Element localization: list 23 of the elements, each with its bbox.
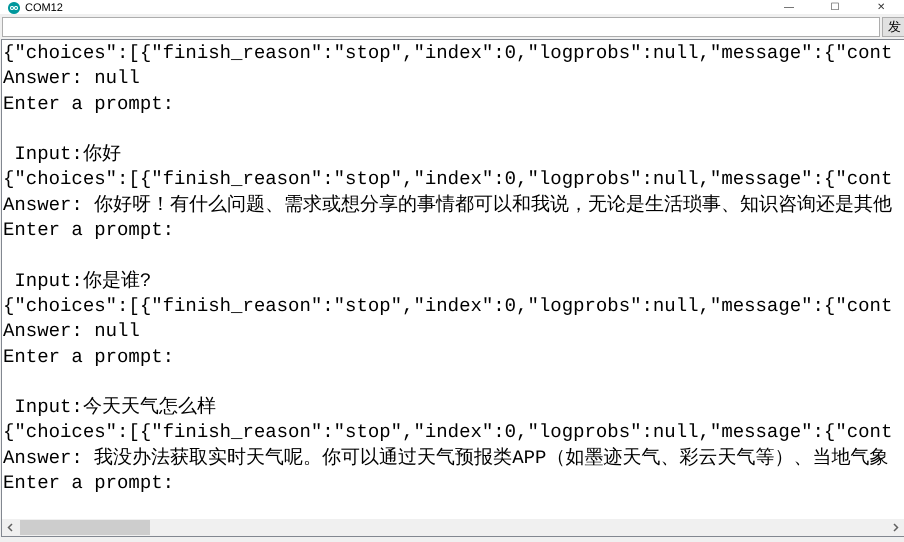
- minimize-button[interactable]: —: [766, 2, 812, 14]
- console-line: Answer: null: [3, 319, 140, 344]
- console-line: Answer: null: [3, 66, 140, 92]
- console-line: Enter a prompt:: [3, 471, 174, 496]
- input-field[interactable]: [2, 17, 880, 37]
- console-line: Input:你好: [13, 142, 121, 168]
- console-line: {"choices":[{"finish_reason":"stop","index":0,"logprobs":null,"message":{"cont: [3, 41, 892, 66]
- horizontal-scrollbar[interactable]: [2, 519, 904, 536]
- send-button[interactable]: 发: [882, 17, 904, 37]
- console-line: Input:你是谁?: [13, 268, 152, 294]
- maximize-button[interactable]: ☐: [812, 2, 858, 14]
- console-line: {"choices":[{"finish_reason":"stop","index":0,"logprobs":null,"message":{"cont: [3, 294, 892, 319]
- window-title: COM12: [25, 2, 63, 14]
- console-line: {"choices":[{"finish_reason":"stop","index":0,"logprobs":null,"message":{"cont: [3, 420, 892, 446]
- console-line: Enter a prompt:: [3, 344, 174, 370]
- console-line: {"choices":[{"finish_reason":"stop","index":0,"logprobs":null,"message":{"cont: [3, 167, 892, 192]
- scrollbar-thumb[interactable]: [20, 520, 150, 535]
- console-line: Enter a prompt:: [3, 92, 174, 117]
- console-line: Answer: 你好呀！有什么问题、需求或想分享的事情都可以和我说，无论是生活琐事、知识咨询还是其他: [3, 192, 892, 218]
- close-button[interactable]: ✕: [858, 2, 904, 14]
- console-line: Input:今天天气怎么样: [13, 395, 216, 420]
- console-line: Enter a prompt:: [3, 218, 174, 244]
- console-line: Answer: 我没办法获取实时天气呢。你可以通过天气预报类APP（如墨迹天气、彩云天气等）、当地气象: [3, 446, 888, 471]
